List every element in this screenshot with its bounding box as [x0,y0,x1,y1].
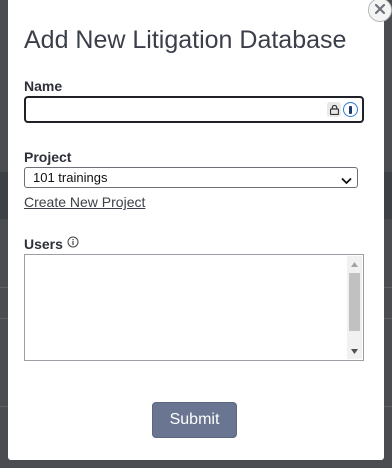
add-database-dialog: Add New Litigation Database Name Project… [8,0,384,460]
lock-icon[interactable] [327,102,341,117]
create-new-project-link[interactable]: Create New Project [24,194,145,210]
name-input[interactable] [24,96,364,123]
chevron-down-icon [341,173,352,188]
users-label: Users [24,236,63,252]
project-label: Project [24,149,72,165]
project-select[interactable]: 101 trainings [24,167,358,188]
scroll-up-icon[interactable] [347,257,362,271]
password-manager-icon[interactable] [343,102,358,117]
users-list[interactable] [24,254,364,361]
submit-button[interactable]: Submit [152,402,237,438]
close-button[interactable] [368,0,392,22]
info-icon[interactable] [67,235,79,253]
scroll-thumb[interactable] [349,273,360,331]
users-scrollbar[interactable] [347,256,362,359]
name-label: Name [24,78,63,94]
dialog-title: Add New Litigation Database [24,26,347,54]
project-select-value: 101 trainings [33,170,108,185]
scroll-down-icon[interactable] [347,344,362,358]
close-icon [374,1,386,19]
